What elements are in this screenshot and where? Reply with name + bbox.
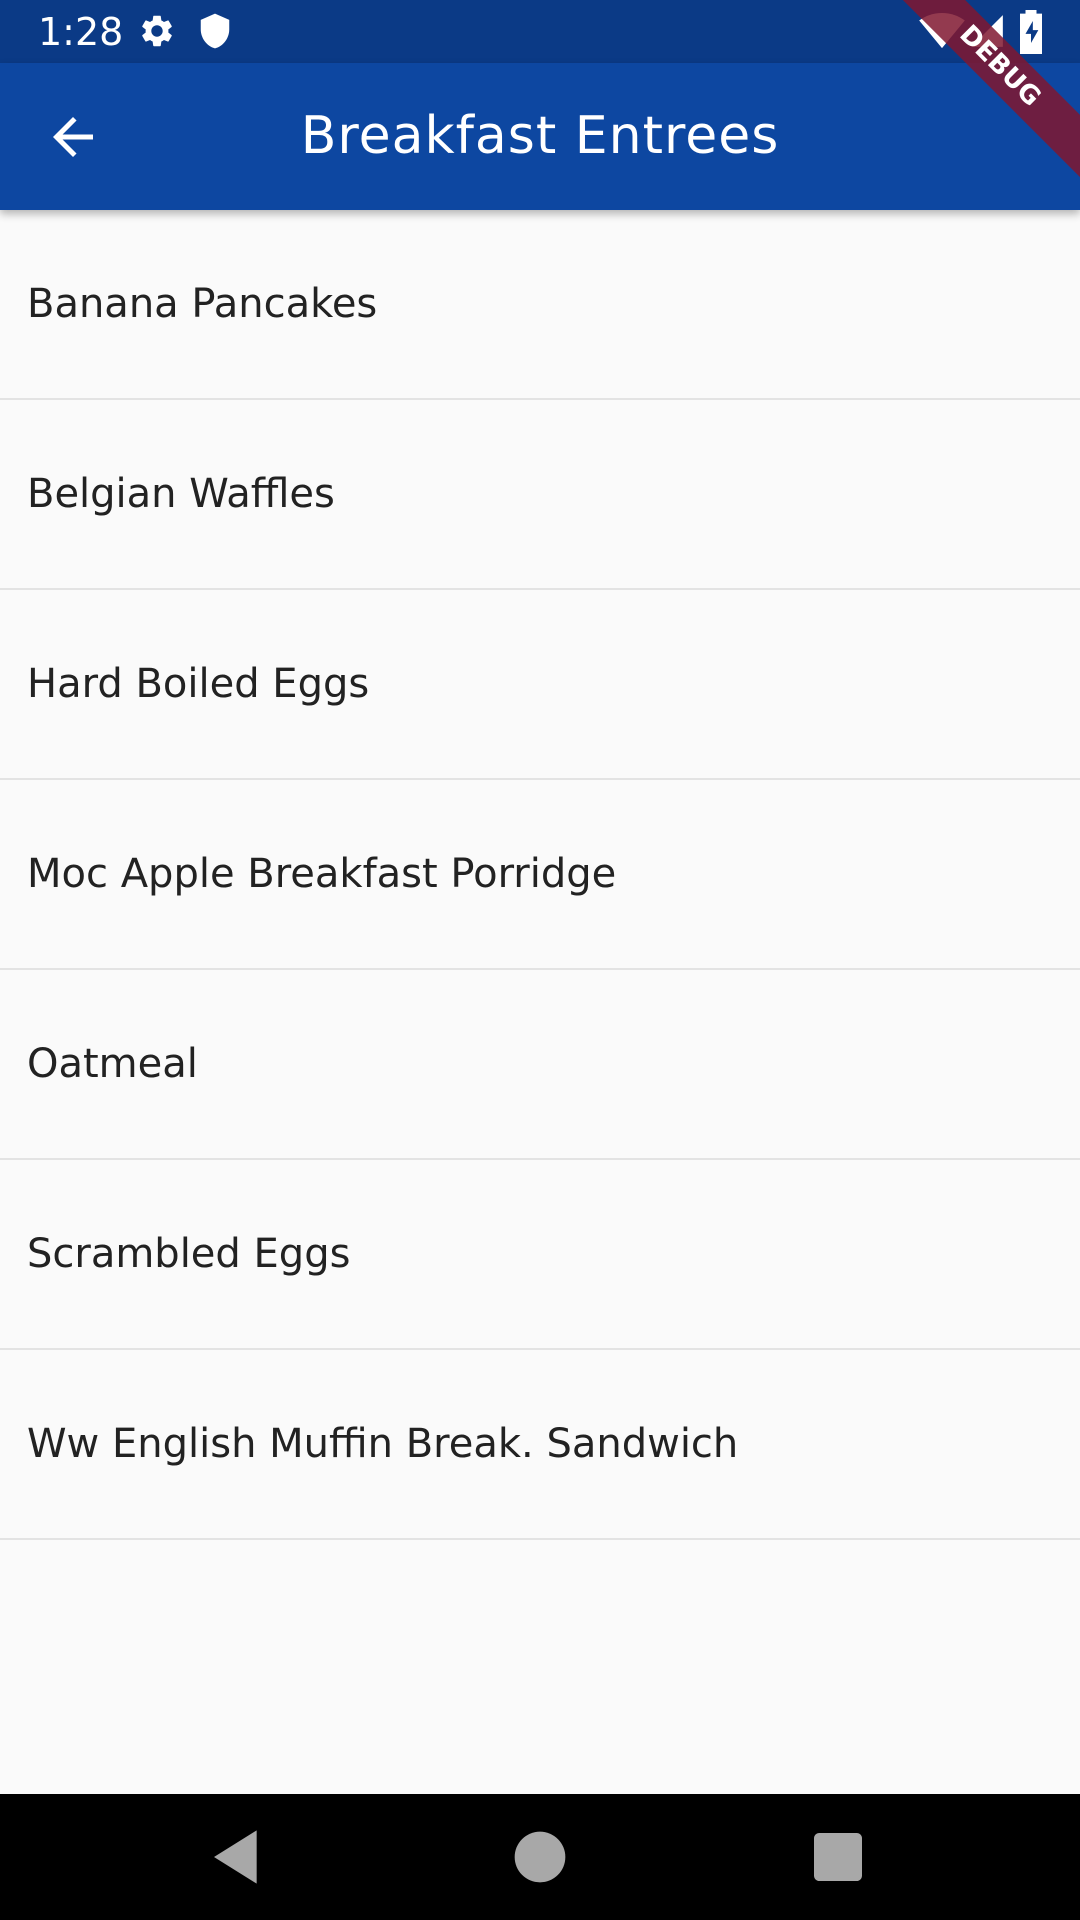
screen: 1:28 DEBUG Breakfast Entrees Banana Panc… [0, 0, 1080, 1920]
list-item-belgian-waffles[interactable]: Belgian Waffles [0, 400, 1080, 590]
status-time: 1:28 [38, 10, 124, 54]
nav-home-circle-icon [514, 1831, 566, 1883]
arrow-left-icon [53, 117, 93, 157]
entree-list: Banana Pancakes Belgian Waffles Hard Boi… [0, 210, 1080, 1540]
list-item-label: Hard Boiled Eggs [27, 661, 370, 707]
app-bar: Breakfast Entrees [0, 63, 1080, 210]
shield-icon [196, 12, 234, 50]
cell-signal-icon [968, 12, 1006, 50]
list-item-hard-boiled-eggs[interactable]: Hard Boiled Eggs [0, 590, 1080, 780]
nav-home-button[interactable] [508, 1825, 572, 1889]
status-bar: 1:28 [0, 0, 1080, 63]
list-item-oatmeal[interactable]: Oatmeal [0, 970, 1080, 1160]
list-item-label: Belgian Waffles [27, 471, 335, 517]
nav-back-button[interactable] [206, 1825, 270, 1889]
list-item-banana-pancakes[interactable]: Banana Pancakes [0, 210, 1080, 400]
list-item-label: Moc Apple Breakfast Porridge [27, 851, 617, 897]
system-nav-bar [0, 1794, 1080, 1920]
battery-charging-icon [1016, 10, 1046, 54]
wifi-icon [918, 12, 966, 50]
list-item-label: Scrambled Eggs [27, 1231, 351, 1277]
list-item-moc-apple-breakfast-porridge[interactable]: Moc Apple Breakfast Porridge [0, 780, 1080, 970]
gear-icon [138, 12, 176, 50]
page-title: Breakfast Entrees [300, 106, 780, 166]
nav-recents-square-icon [814, 1833, 862, 1881]
list-item-scrambled-eggs[interactable]: Scrambled Eggs [0, 1160, 1080, 1350]
back-button[interactable] [40, 107, 106, 167]
nav-back-triangle-icon [214, 1830, 257, 1884]
list-item-ww-english-muffin-sandwich[interactable]: Ww English Muffin Break. Sandwich [0, 1350, 1080, 1540]
list-item-label: Oatmeal [27, 1041, 198, 1087]
list-item-label: Banana Pancakes [27, 281, 378, 327]
list-item-label: Ww English Muffin Break. Sandwich [27, 1421, 739, 1467]
nav-recents-button[interactable] [806, 1825, 870, 1889]
